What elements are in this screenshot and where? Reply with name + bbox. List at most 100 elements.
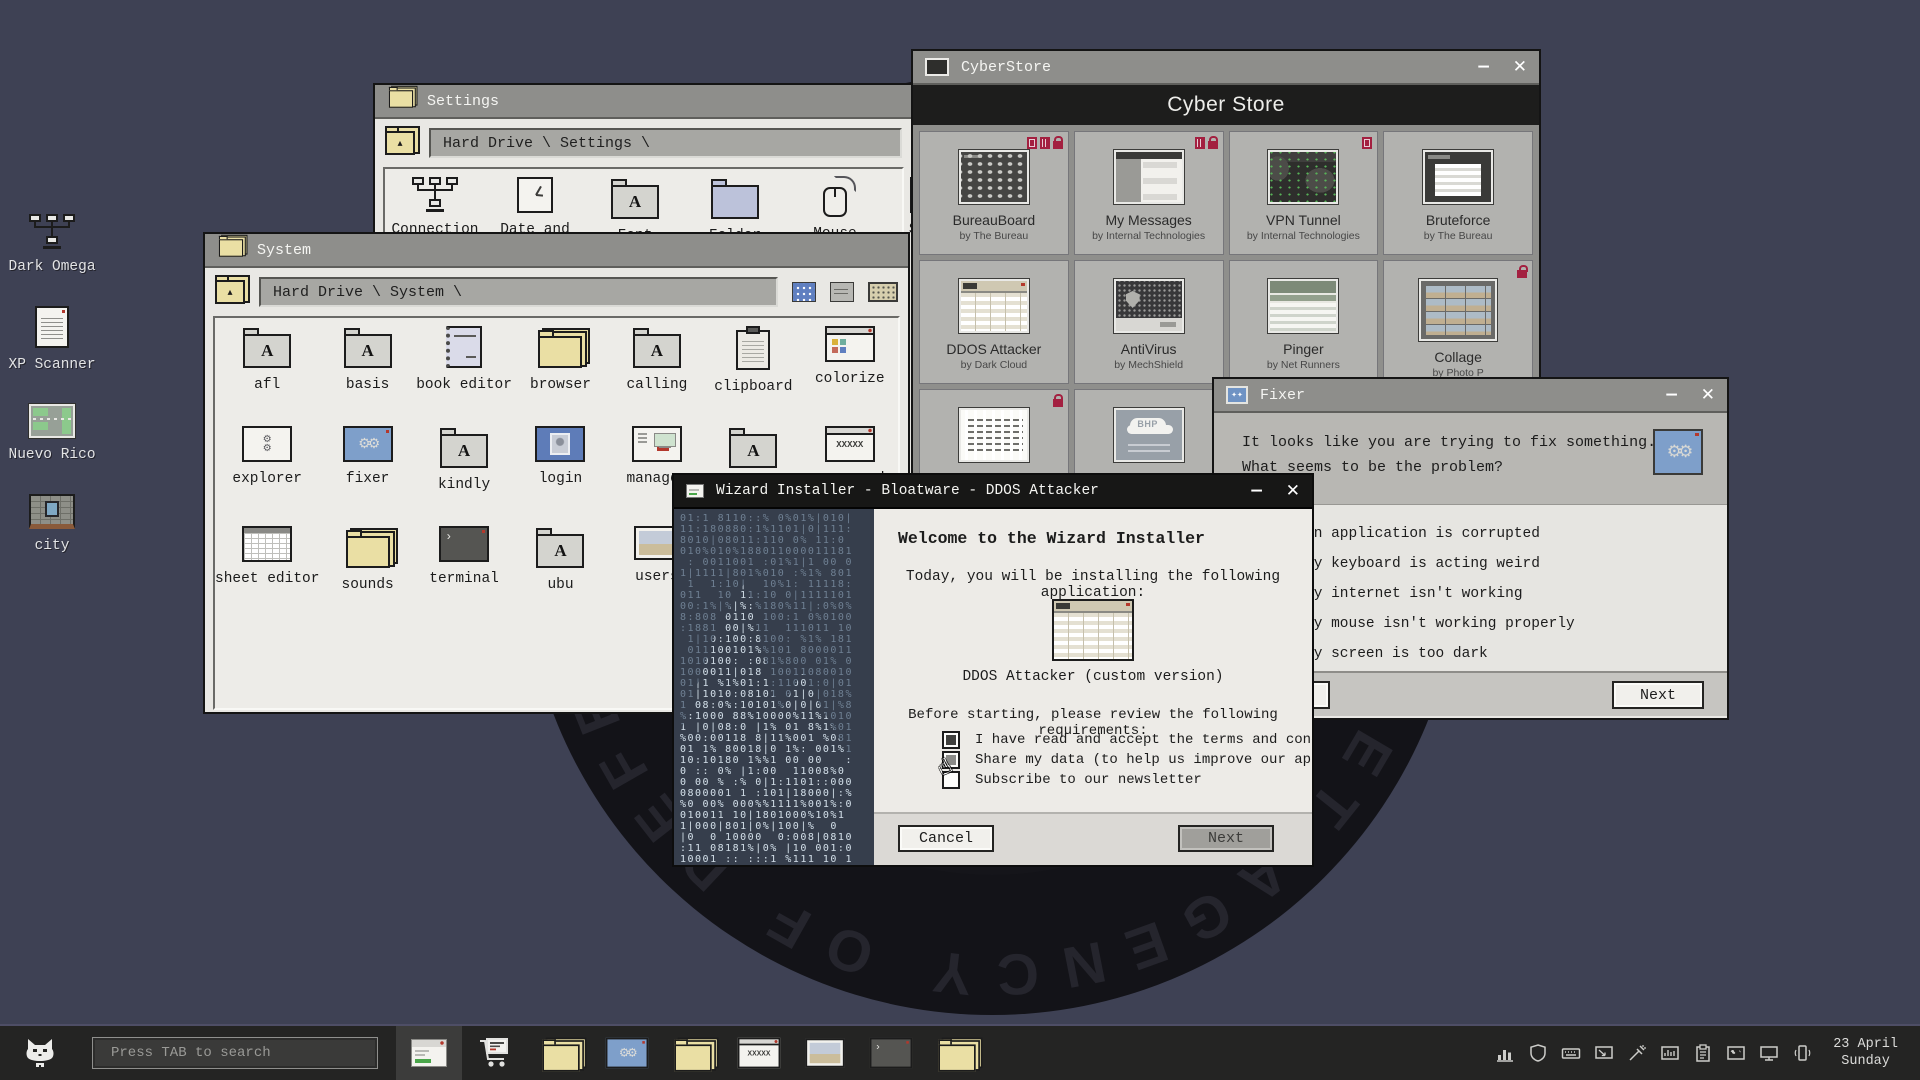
system-item[interactable]: book editor: [416, 324, 512, 424]
system-item[interactable]: calling: [609, 324, 705, 424]
badge-row: [1517, 266, 1527, 278]
file-icon: [439, 526, 489, 562]
close-button[interactable]: ✕: [1701, 387, 1715, 404]
cyberstore-titlebar[interactable]: CyberStore − ✕: [913, 51, 1539, 85]
system-item[interactable]: clipboard: [705, 324, 801, 424]
desktop-icon-city[interactable]: city: [29, 494, 75, 554]
store-app-card[interactable]: Pinger by Net Runners: [1229, 260, 1379, 384]
search-input[interactable]: [92, 1037, 378, 1069]
wizard-titlebar[interactable]: Wizard Installer - Bloatware - DDOS Atta…: [674, 475, 1312, 509]
system-item[interactable]: colorize: [802, 324, 898, 424]
file-icon: [344, 334, 392, 368]
keyboard-icon[interactable]: [1560, 1042, 1582, 1064]
bar-chart-icon[interactable]: [1494, 1042, 1516, 1064]
grid-badge: [1195, 137, 1205, 149]
wizard-content: Welcome to the Wizard Installer Today, y…: [874, 509, 1312, 865]
screensaver-icon[interactable]: [1593, 1042, 1615, 1064]
taskbar-app-terminal[interactable]: [858, 1026, 924, 1080]
app-author: by Net Runners: [1267, 359, 1340, 371]
taskbar-app-file-folders-3[interactable]: [924, 1026, 990, 1080]
file-label: calling: [626, 377, 687, 393]
cancel-button[interactable]: Cancel: [898, 825, 994, 852]
store-app-card[interactable]: VPN Tunnel by Internal Technologies: [1229, 131, 1379, 255]
shield-icon[interactable]: [1527, 1042, 1549, 1064]
next-button[interactable]: Next: [1178, 825, 1274, 852]
system-item[interactable]: fixer: [319, 424, 415, 524]
taskbar-app-wizard-installer[interactable]: [396, 1026, 462, 1080]
taskbar-app-file-folders[interactable]: [528, 1026, 594, 1080]
app-thumbnail: [961, 410, 1027, 460]
fixer-option[interactable]: An application is corrupted: [1274, 519, 1727, 549]
requirement-row[interactable]: Share my data (to help us improve our ap…: [942, 751, 1314, 769]
file-label: kindly: [438, 477, 490, 493]
taskbar-app-fixer[interactable]: [594, 1026, 660, 1080]
injector-icon[interactable]: [1626, 1042, 1648, 1064]
system-item[interactable]: browser: [512, 324, 608, 424]
desktop-icon-dark-omega[interactable]: Dark Omega: [9, 214, 96, 275]
system-titlebar[interactable]: System: [205, 234, 908, 268]
keyboard-icon[interactable]: [868, 282, 898, 302]
grid-badge: [1040, 137, 1050, 149]
system-address-bar[interactable]: Hard Drive \ System \: [259, 277, 778, 307]
fixer-option[interactable]: My mouse isn't working properly: [1274, 609, 1727, 639]
settings-titlebar[interactable]: Settings: [375, 85, 912, 119]
activity-monitor-icon[interactable]: [1659, 1042, 1681, 1064]
screen-share-icon[interactable]: [1758, 1042, 1780, 1064]
next-button[interactable]: Next: [1612, 681, 1704, 709]
folder-up-icon[interactable]: [385, 131, 415, 155]
store-app-card[interactable]: BureauBoard by The Bureau: [919, 131, 1069, 255]
lock-badge: [1053, 399, 1063, 407]
system-item[interactable]: login: [512, 424, 608, 524]
system-item[interactable]: sheet editor: [215, 524, 319, 624]
system-item[interactable]: explorer: [215, 424, 319, 524]
taskbar-app-password[interactable]: [726, 1026, 792, 1080]
minimize-button[interactable]: −: [1665, 387, 1679, 404]
fixer-option[interactable]: My screen is too dark: [1274, 639, 1727, 669]
world-map-icon[interactable]: [1725, 1042, 1747, 1064]
store-app-card[interactable]: Collage by Photo P: [1383, 260, 1533, 384]
requirement-row[interactable]: I have read and accept the terms and con…: [942, 731, 1314, 749]
taskbar-app-cyber-store[interactable]: [462, 1026, 528, 1080]
requirement-row[interactable]: Subscribe to our newsletter: [942, 771, 1202, 789]
store-app-card[interactable]: DDOS Attacker by Dark Cloud: [919, 260, 1069, 384]
system-item[interactable]: kindly: [416, 424, 512, 524]
fixer-titlebar[interactable]: ✦✦ Fixer − ✕: [1214, 379, 1727, 413]
close-button[interactable]: ✕: [1513, 59, 1527, 76]
minimize-button[interactable]: −: [1250, 483, 1264, 500]
clipboard-icon[interactable]: [1692, 1042, 1714, 1064]
badge-row: [1027, 137, 1063, 149]
phone-vibrate-icon[interactable]: [1791, 1042, 1813, 1064]
desktop-icon-list: Dark Omega XP Scanner Nuevo Rico city: [12, 214, 92, 554]
file-label: terminal: [429, 571, 499, 587]
lock-badge: [1208, 141, 1218, 149]
system-item[interactable]: terminal: [416, 524, 512, 624]
desktop-icon-xp-scanner[interactable]: XP Scanner: [9, 306, 96, 373]
system-item[interactable]: ubu: [512, 524, 608, 624]
desktop-icon-nuevo-rico[interactable]: Nuevo Rico: [9, 404, 96, 463]
password-window-icon: [738, 1038, 781, 1069]
requirement-checkbox[interactable]: [942, 731, 960, 749]
cat-logo[interactable]: [22, 1037, 58, 1069]
fixer-option[interactable]: My keyboard is acting weird: [1274, 549, 1727, 579]
minimize-button[interactable]: −: [1477, 59, 1491, 76]
folder-up-icon[interactable]: [215, 280, 245, 304]
system-item[interactable]: afl: [215, 324, 319, 424]
taskbar-app-file-folders-2[interactable]: [660, 1026, 726, 1080]
settings-address-bar[interactable]: Hard Drive \ Settings \: [429, 128, 902, 158]
desktop: SECRET AGENCY OF DEFENSE Dark Omega XP S…: [0, 0, 1920, 1080]
taskbar-app-image-viewer[interactable]: [792, 1026, 858, 1080]
list-view-button[interactable]: [830, 282, 854, 302]
store-app-card[interactable]: Bruteforce by The Bureau: [1383, 131, 1533, 255]
close-button[interactable]: ✕: [1286, 483, 1300, 500]
app-thumbnail: [961, 281, 1027, 331]
file-label: login: [539, 471, 583, 487]
fixer-option[interactable]: My internet isn't working: [1274, 579, 1727, 609]
system-item[interactable]: sounds: [319, 524, 415, 624]
store-app-card[interactable]: AntiVirus by MechShield: [1074, 260, 1224, 384]
network-icon: [29, 214, 75, 250]
grid-view-button[interactable]: [792, 282, 816, 302]
taskbar-clock[interactable]: 23 April Sunday: [1833, 1036, 1898, 1070]
store-app-card[interactable]: My Messages by Internal Technologies: [1074, 131, 1224, 255]
system-item[interactable]: basis: [319, 324, 415, 424]
shopping-cart-icon: [478, 1037, 512, 1069]
